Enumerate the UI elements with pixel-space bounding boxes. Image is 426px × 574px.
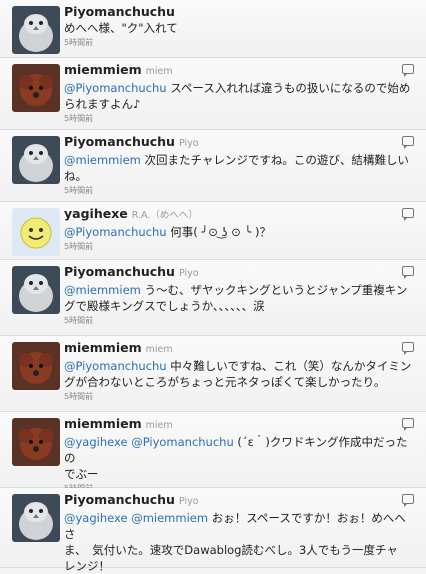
mention-link[interactable]: @yagihexe @Piyomanchuchu bbox=[64, 435, 234, 449]
username[interactable]: miemmiem bbox=[64, 62, 142, 77]
tweet-text: @yagihexe @Piyomanchuchu (´ε｀)クワドキング作成中だ… bbox=[64, 435, 408, 481]
timestamp[interactable]: 5時間前 bbox=[64, 113, 412, 124]
username[interactable]: miemmiem bbox=[64, 340, 142, 355]
tweet-text: めへへ様、"ク"入れて bbox=[64, 21, 178, 35]
reply-icon[interactable] bbox=[402, 64, 414, 77]
tweet-item[interactable]: Piyomanchuchu Piyo @miemmiem 次回またチャレンジですね… bbox=[0, 130, 426, 202]
timestamp[interactable]: 5時間前 bbox=[64, 241, 412, 252]
tweet-item[interactable]: Piyomanchuchu Piyo @yagihexe @miemmiem おぉ… bbox=[0, 488, 426, 573]
mention-link[interactable]: @Piyomanchuchu bbox=[64, 81, 167, 95]
mention-link[interactable]: @miemmiem bbox=[64, 283, 141, 297]
timestamp[interactable]: 5時間前 bbox=[64, 185, 412, 196]
bird-avatar[interactable] bbox=[12, 136, 60, 184]
full-name: R.A.（めへへ） bbox=[131, 210, 198, 221]
tweet-item[interactable]: miemmiem miem @yagihexe @Piyomanchuchu (´… bbox=[0, 412, 426, 493]
full-name: Piyo bbox=[178, 138, 199, 149]
full-name: miem bbox=[145, 420, 173, 431]
bird-avatar[interactable] bbox=[12, 266, 60, 314]
tweet-item[interactable]: miemmiem miem @Piyomanchuchu 中々難しいですね、これ（… bbox=[0, 336, 426, 412]
tweet-text: @Piyomanchuchu 中々難しいですね、これ（笑）なんかタイミン グが合わ… bbox=[64, 359, 412, 389]
bird-avatar[interactable] bbox=[12, 6, 60, 54]
tweet-item[interactable]: Piyomanchuchu めへへ様、"ク"入れて 5時間前 bbox=[0, 0, 426, 58]
tweet-text: @miemmiem 次回またチャレンジですね。この遊び、結構難しい ね。 bbox=[64, 153, 409, 183]
username[interactable]: Piyomanchuchu bbox=[64, 134, 175, 149]
mention-link[interactable]: @Piyomanchuchu bbox=[64, 225, 167, 239]
dog-avatar[interactable] bbox=[12, 342, 60, 390]
tweet-text: @Piyomanchuchu スペース入れれば違うもの扱いになるので始め られます… bbox=[64, 81, 411, 111]
reply-icon[interactable] bbox=[402, 342, 414, 355]
username[interactable]: Piyomanchuchu bbox=[64, 492, 175, 507]
tweet-item[interactable]: miemmiem miem @Piyomanchuchu スペース入れれば違うもの… bbox=[0, 58, 426, 130]
timestamp[interactable]: 5時間前 bbox=[64, 37, 412, 48]
full-name: Piyo bbox=[178, 268, 199, 279]
bird-avatar[interactable] bbox=[12, 494, 60, 542]
tweet-text: @miemmiem う〜む、ザヤックキングというとジャンプ重複キン グで殿様キング… bbox=[64, 283, 408, 313]
full-name: Piyo bbox=[178, 496, 199, 507]
mention-link[interactable]: @Piyomanchuchu bbox=[64, 359, 167, 373]
smiley-avatar[interactable] bbox=[12, 208, 60, 256]
reply-icon[interactable] bbox=[402, 136, 414, 149]
tweet-text: @yagihexe @miemmiem おぉ！スペースですか！おぉ！めへへさ ま、… bbox=[64, 511, 406, 573]
username[interactable]: yagihexe bbox=[64, 206, 128, 221]
tweet-item[interactable]: yagihexe R.A.（めへへ） @Piyomanchuchu 何事( ╯⊙ … bbox=[0, 202, 426, 260]
username[interactable]: Piyomanchuchu bbox=[64, 4, 175, 19]
reply-icon[interactable] bbox=[402, 494, 414, 507]
full-name: miem bbox=[145, 66, 173, 77]
timestamp[interactable]: 5時間前 bbox=[64, 391, 412, 402]
reply-icon[interactable] bbox=[402, 266, 414, 279]
dog-avatar[interactable] bbox=[12, 418, 60, 466]
mention-link[interactable]: @yagihexe @miemmiem bbox=[64, 511, 208, 525]
tweet-text: @Piyomanchuchu 何事( ╯⊙ ͜ʖ ⊙ ╰ )？ bbox=[64, 225, 271, 239]
username[interactable]: miemmiem bbox=[64, 416, 142, 431]
username[interactable]: Piyomanchuchu bbox=[64, 264, 175, 279]
timestamp[interactable]: 5時間前 bbox=[64, 315, 412, 326]
tweet-item[interactable]: Piyomanchuchu Piyo @miemmiem う〜む、ザヤックキングと… bbox=[0, 260, 426, 336]
reply-icon[interactable] bbox=[402, 208, 414, 221]
full-name: miem bbox=[145, 344, 173, 355]
dog-avatar[interactable] bbox=[12, 64, 60, 112]
reply-icon[interactable] bbox=[402, 418, 414, 431]
mention-link[interactable]: @miemmiem bbox=[64, 153, 141, 167]
